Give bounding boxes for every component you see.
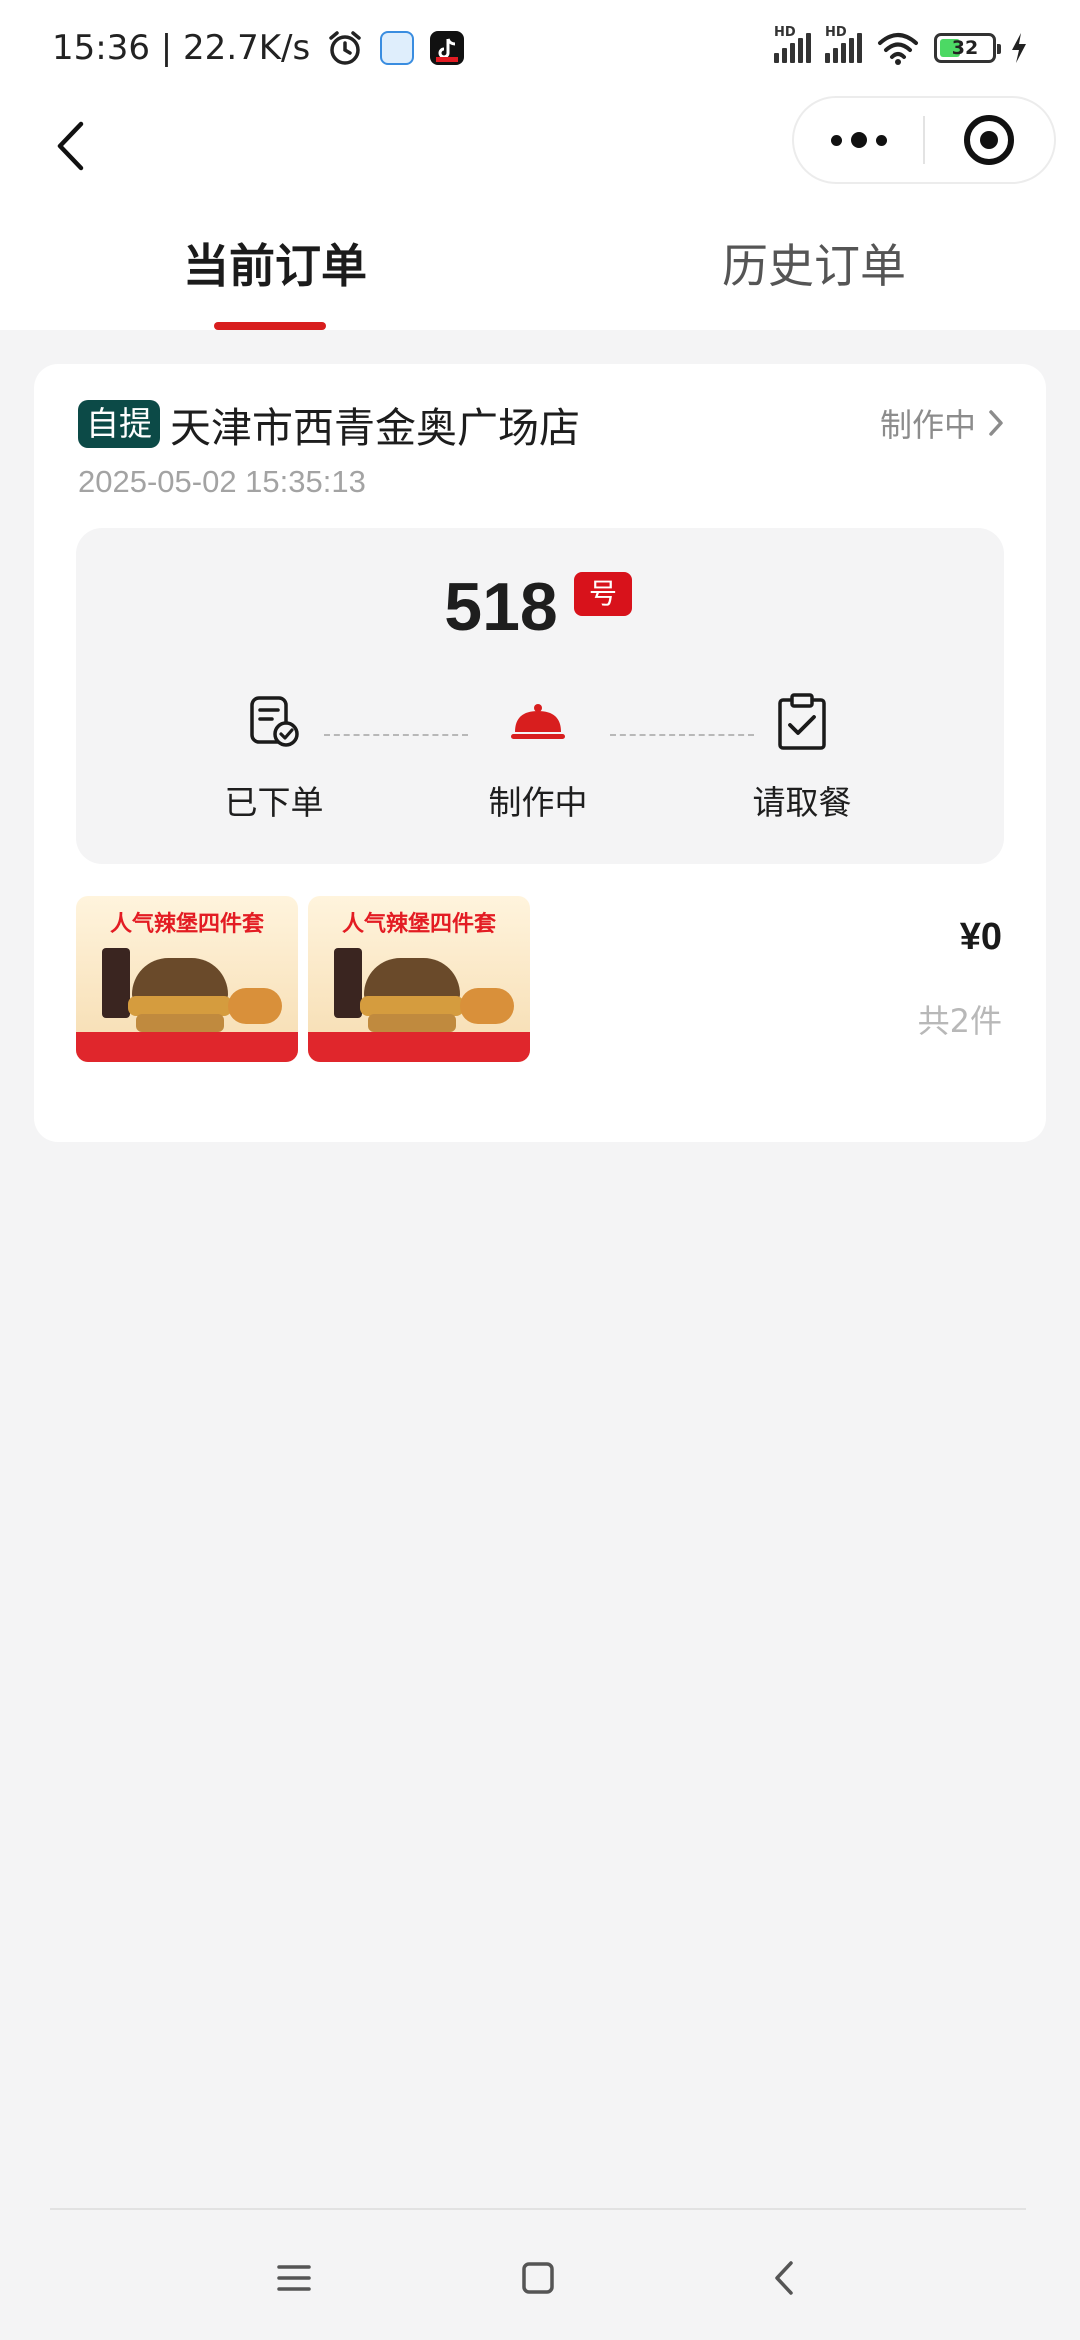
number-suffix-badge: 号 [574, 572, 632, 616]
step-order-placed: 已下单 [184, 690, 364, 824]
close-miniapp-button[interactable] [925, 98, 1054, 182]
step-label: 已下单 [224, 783, 324, 822]
system-nav-bar [0, 2210, 1080, 2340]
step-preparing: 制作中 [448, 690, 628, 824]
status-bar: 15:36 | 22.7K/s HD HD 32 [0, 0, 1080, 96]
home-button[interactable] [508, 2250, 568, 2306]
step-connector [324, 734, 468, 736]
step-label: 制作中 [488, 783, 588, 822]
item-thumbnail: 人气辣堡四件套 [76, 896, 298, 1062]
home-square-icon [522, 2262, 554, 2294]
status-time: 15:36 | 22.7K/s [52, 28, 311, 68]
active-tab-indicator [214, 322, 326, 330]
wifi-icon [878, 33, 918, 65]
target-circle-icon [964, 115, 1015, 165]
back-button[interactable] [38, 114, 102, 178]
menu-button[interactable] [264, 2250, 324, 2306]
tiktok-icon [430, 31, 465, 65]
tab-history-orders[interactable]: 历史订单 [722, 230, 906, 296]
item-count: 共2件 [917, 1002, 1002, 1040]
charging-icon [1012, 33, 1026, 63]
cloche-icon [511, 704, 565, 739]
order-price: ¥0 [959, 916, 1002, 958]
tab-current-orders[interactable]: 当前订单 [183, 230, 367, 296]
hd-label: HD [774, 25, 796, 40]
menu-icon [277, 2265, 311, 2291]
pickup-number-row: 518 [76, 568, 1004, 646]
clipboard-check-icon [778, 693, 826, 750]
chevron-right-icon [989, 410, 1003, 436]
alarm-icon [329, 31, 361, 65]
miniapp-capsule [792, 96, 1056, 184]
order-status-text: 制作中 [879, 406, 976, 444]
chevron-left-icon [57, 121, 84, 171]
pickup-progress-box: 518 号 已下单 制作中 请取餐 [76, 528, 1004, 864]
item-banner: 人气辣堡四件套 [109, 912, 264, 937]
pickup-number: 518 [444, 569, 558, 645]
step-label: 请取餐 [752, 783, 852, 822]
item-thumbnail: 人气辣堡四件套 [308, 896, 530, 1062]
step-ready-pickup: 请取餐 [712, 690, 892, 824]
battery-icon: 32 [934, 33, 1001, 63]
order-status-link[interactable]: 制作中 [880, 400, 1004, 446]
app-notification-icon [380, 31, 415, 65]
signal-icon: HD [774, 25, 811, 63]
back-triangle-icon [775, 2261, 793, 2295]
signal-icon-2: HD [825, 25, 862, 63]
store-name: 天津市西青金奥广场店 [170, 404, 580, 452]
more-dots-icon [830, 132, 887, 148]
order-items[interactable]: 人气辣堡四件套 人气辣堡四件套 [76, 896, 530, 1062]
item-banner: 人气辣堡四件套 [341, 912, 496, 937]
order-time: 2025-05-02 15:35:13 [78, 464, 366, 499]
order-placed-icon [250, 696, 299, 747]
hd-label-2: HD [825, 25, 847, 40]
system-back-button[interactable] [754, 2250, 814, 2306]
nav-bar [0, 96, 1080, 196]
order-card[interactable]: 自提 天津市西青金奥广场店 制作中 2025-05-02 15:35:13 51… [34, 364, 1046, 1142]
order-tabs: 当前订单 历史订单 [0, 196, 1080, 330]
battery-level: 32 [951, 37, 979, 59]
status-left: 15:36 | 22.7K/s [52, 28, 465, 68]
more-button[interactable] [794, 98, 923, 182]
status-right: HD HD 32 [774, 25, 1028, 65]
pickup-tag: 自提 [78, 400, 160, 448]
